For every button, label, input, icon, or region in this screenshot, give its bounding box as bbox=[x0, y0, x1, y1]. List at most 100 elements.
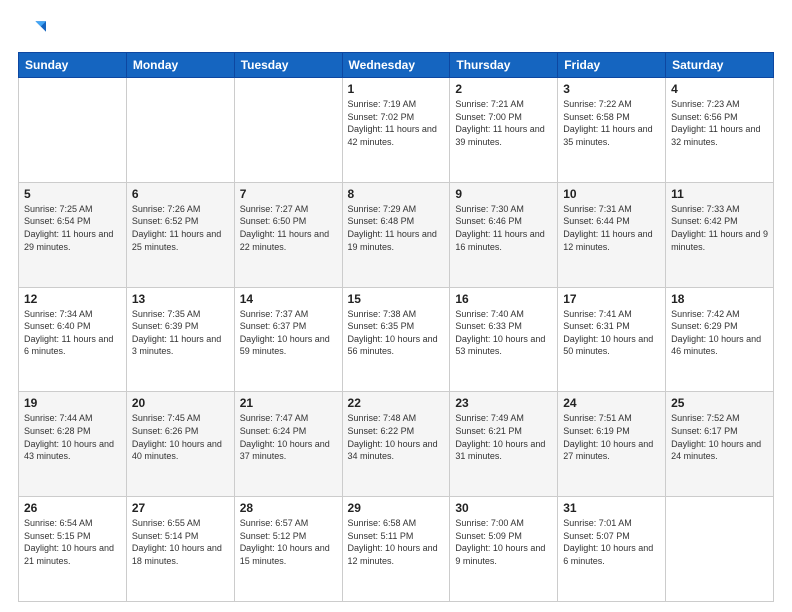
logo-icon bbox=[18, 16, 46, 44]
calendar-cell: 23Sunrise: 7:49 AMSunset: 6:21 PMDayligh… bbox=[450, 392, 558, 497]
calendar-header: SundayMondayTuesdayWednesdayThursdayFrid… bbox=[19, 53, 774, 78]
day-number: 10 bbox=[563, 187, 660, 201]
day-number: 30 bbox=[455, 501, 552, 515]
day-info: Sunrise: 7:34 AMSunset: 6:40 PMDaylight:… bbox=[24, 308, 121, 358]
calendar-cell: 5Sunrise: 7:25 AMSunset: 6:54 PMDaylight… bbox=[19, 182, 127, 287]
day-info: Sunrise: 7:26 AMSunset: 6:52 PMDaylight:… bbox=[132, 203, 229, 253]
calendar-cell: 28Sunrise: 6:57 AMSunset: 5:12 PMDayligh… bbox=[234, 497, 342, 602]
day-number: 9 bbox=[455, 187, 552, 201]
day-info: Sunrise: 7:52 AMSunset: 6:17 PMDaylight:… bbox=[671, 412, 768, 462]
day-number: 12 bbox=[24, 292, 121, 306]
day-info: Sunrise: 6:55 AMSunset: 5:14 PMDaylight:… bbox=[132, 517, 229, 567]
day-info: Sunrise: 7:25 AMSunset: 6:54 PMDaylight:… bbox=[24, 203, 121, 253]
weekday-row: SundayMondayTuesdayWednesdayThursdayFrid… bbox=[19, 53, 774, 78]
calendar-body: 1 Sunrise: 7:19 AMSunset: 7:02 PMDaylight… bbox=[19, 78, 774, 602]
logo bbox=[18, 16, 50, 44]
day-number: 18 bbox=[671, 292, 768, 306]
day-info: Sunrise: 7:27 AMSunset: 6:50 PMDaylight:… bbox=[240, 203, 337, 253]
day-number: 6 bbox=[132, 187, 229, 201]
weekday-header-saturday: Saturday bbox=[666, 53, 774, 78]
day-info: Sunrise: 7:33 AMSunset: 6:42 PMDaylight:… bbox=[671, 203, 768, 253]
day-info: Sunrise: 7:23 AMSunset: 6:56 PMDaylight:… bbox=[671, 98, 768, 148]
page: SundayMondayTuesdayWednesdayThursdayFrid… bbox=[0, 0, 792, 612]
day-info: Sunrise: 6:58 AMSunset: 5:11 PMDaylight:… bbox=[348, 517, 445, 567]
calendar-cell: 29 Sunrise: 6:58 AMSunset: 5:11 PMDayligh… bbox=[342, 497, 450, 602]
day-number: 29 bbox=[348, 501, 445, 515]
calendar-cell: 6 Sunrise: 7:26 AMSunset: 6:52 PMDaylight… bbox=[126, 182, 234, 287]
calendar-cell bbox=[666, 497, 774, 602]
day-info: Sunrise: 7:42 AMSunset: 6:29 PMDaylight:… bbox=[671, 308, 768, 358]
calendar-cell: 20 Sunrise: 7:45 AMSunset: 6:26 PMDayligh… bbox=[126, 392, 234, 497]
day-info: Sunrise: 7:29 AMSunset: 6:48 PMDaylight:… bbox=[348, 203, 445, 253]
calendar-cell: 2 Sunrise: 7:21 AMSunset: 7:00 PMDaylight… bbox=[450, 78, 558, 183]
day-info: Sunrise: 7:22 AMSunset: 6:58 PMDaylight:… bbox=[563, 98, 660, 148]
day-info: Sunrise: 7:45 AMSunset: 6:26 PMDaylight:… bbox=[132, 412, 229, 462]
calendar-cell: 19 Sunrise: 7:44 AMSunset: 6:28 PMDayligh… bbox=[19, 392, 127, 497]
calendar-cell: 9 Sunrise: 7:30 AMSunset: 6:46 PMDaylight… bbox=[450, 182, 558, 287]
weekday-header-wednesday: Wednesday bbox=[342, 53, 450, 78]
calendar-cell: 18 Sunrise: 7:42 AMSunset: 6:29 PMDayligh… bbox=[666, 287, 774, 392]
day-number: 4 bbox=[671, 82, 768, 96]
calendar-cell: 25 Sunrise: 7:52 AMSunset: 6:17 PMDayligh… bbox=[666, 392, 774, 497]
day-number: 2 bbox=[455, 82, 552, 96]
day-number: 24 bbox=[563, 396, 660, 410]
calendar-cell: 16 Sunrise: 7:40 AMSunset: 6:33 PMDayligh… bbox=[450, 287, 558, 392]
calendar-cell: 10 Sunrise: 7:31 AMSunset: 6:44 PMDayligh… bbox=[558, 182, 666, 287]
calendar-cell: 22 Sunrise: 7:48 AMSunset: 6:22 PMDayligh… bbox=[342, 392, 450, 497]
weekday-header-monday: Monday bbox=[126, 53, 234, 78]
day-number: 27 bbox=[132, 501, 229, 515]
day-info: Sunrise: 7:38 AMSunset: 6:35 PMDaylight:… bbox=[348, 308, 445, 358]
weekday-header-tuesday: Tuesday bbox=[234, 53, 342, 78]
week-row-4: 26 Sunrise: 6:54 AMSunset: 5:15 PMDayligh… bbox=[19, 497, 774, 602]
day-info: Sunrise: 7:31 AMSunset: 6:44 PMDaylight:… bbox=[563, 203, 660, 253]
week-row-3: 19 Sunrise: 7:44 AMSunset: 6:28 PMDayligh… bbox=[19, 392, 774, 497]
header bbox=[18, 16, 774, 44]
day-number: 20 bbox=[132, 396, 229, 410]
day-info: Sunrise: 7:47 AMSunset: 6:24 PMDaylight:… bbox=[240, 412, 337, 462]
week-row-0: 1 Sunrise: 7:19 AMSunset: 7:02 PMDaylight… bbox=[19, 78, 774, 183]
day-number: 1 bbox=[348, 82, 445, 96]
day-number: 22 bbox=[348, 396, 445, 410]
calendar-cell: 13Sunrise: 7:35 AMSunset: 6:39 PMDayligh… bbox=[126, 287, 234, 392]
day-number: 16 bbox=[455, 292, 552, 306]
day-number: 19 bbox=[24, 396, 121, 410]
day-number: 25 bbox=[671, 396, 768, 410]
day-info: Sunrise: 7:19 AMSunset: 7:02 PMDaylight:… bbox=[348, 98, 445, 148]
day-number: 8 bbox=[348, 187, 445, 201]
calendar-cell: 8 Sunrise: 7:29 AMSunset: 6:48 PMDaylight… bbox=[342, 182, 450, 287]
day-info: Sunrise: 7:01 AMSunset: 5:07 PMDaylight:… bbox=[563, 517, 660, 567]
day-info: Sunrise: 7:49 AMSunset: 6:21 PMDaylight:… bbox=[455, 412, 552, 462]
day-number: 15 bbox=[348, 292, 445, 306]
calendar-cell: 15 Sunrise: 7:38 AMSunset: 6:35 PMDayligh… bbox=[342, 287, 450, 392]
calendar-table: SundayMondayTuesdayWednesdayThursdayFrid… bbox=[18, 52, 774, 602]
day-info: Sunrise: 7:35 AMSunset: 6:39 PMDaylight:… bbox=[132, 308, 229, 358]
day-number: 26 bbox=[24, 501, 121, 515]
day-info: Sunrise: 6:57 AMSunset: 5:12 PMDaylight:… bbox=[240, 517, 337, 567]
day-number: 14 bbox=[240, 292, 337, 306]
calendar-cell: 30Sunrise: 7:00 AMSunset: 5:09 PMDayligh… bbox=[450, 497, 558, 602]
day-info: Sunrise: 7:37 AMSunset: 6:37 PMDaylight:… bbox=[240, 308, 337, 358]
calendar-cell: 27 Sunrise: 6:55 AMSunset: 5:14 PMDayligh… bbox=[126, 497, 234, 602]
day-info: Sunrise: 7:48 AMSunset: 6:22 PMDaylight:… bbox=[348, 412, 445, 462]
day-info: Sunrise: 7:30 AMSunset: 6:46 PMDaylight:… bbox=[455, 203, 552, 253]
day-info: Sunrise: 7:44 AMSunset: 6:28 PMDaylight:… bbox=[24, 412, 121, 462]
weekday-header-thursday: Thursday bbox=[450, 53, 558, 78]
calendar-cell: 3Sunrise: 7:22 AMSunset: 6:58 PMDaylight… bbox=[558, 78, 666, 183]
calendar-cell: 1 Sunrise: 7:19 AMSunset: 7:02 PMDaylight… bbox=[342, 78, 450, 183]
calendar-cell bbox=[234, 78, 342, 183]
day-info: Sunrise: 7:40 AMSunset: 6:33 PMDaylight:… bbox=[455, 308, 552, 358]
day-number: 17 bbox=[563, 292, 660, 306]
week-row-2: 12 Sunrise: 7:34 AMSunset: 6:40 PMDayligh… bbox=[19, 287, 774, 392]
day-info: Sunrise: 7:51 AMSunset: 6:19 PMDaylight:… bbox=[563, 412, 660, 462]
calendar-cell: 31Sunrise: 7:01 AMSunset: 5:07 PMDayligh… bbox=[558, 497, 666, 602]
day-info: Sunrise: 6:54 AMSunset: 5:15 PMDaylight:… bbox=[24, 517, 121, 567]
calendar-cell: 7Sunrise: 7:27 AMSunset: 6:50 PMDaylight… bbox=[234, 182, 342, 287]
day-number: 21 bbox=[240, 396, 337, 410]
calendar-cell: 4 Sunrise: 7:23 AMSunset: 6:56 PMDaylight… bbox=[666, 78, 774, 183]
calendar-cell: 11Sunrise: 7:33 AMSunset: 6:42 PMDayligh… bbox=[666, 182, 774, 287]
calendar-cell: 24 Sunrise: 7:51 AMSunset: 6:19 PMDayligh… bbox=[558, 392, 666, 497]
day-info: Sunrise: 7:21 AMSunset: 7:00 PMDaylight:… bbox=[455, 98, 552, 148]
calendar-cell: 17 Sunrise: 7:41 AMSunset: 6:31 PMDayligh… bbox=[558, 287, 666, 392]
calendar-cell: 12 Sunrise: 7:34 AMSunset: 6:40 PMDayligh… bbox=[19, 287, 127, 392]
day-info: Sunrise: 7:41 AMSunset: 6:31 PMDaylight:… bbox=[563, 308, 660, 358]
